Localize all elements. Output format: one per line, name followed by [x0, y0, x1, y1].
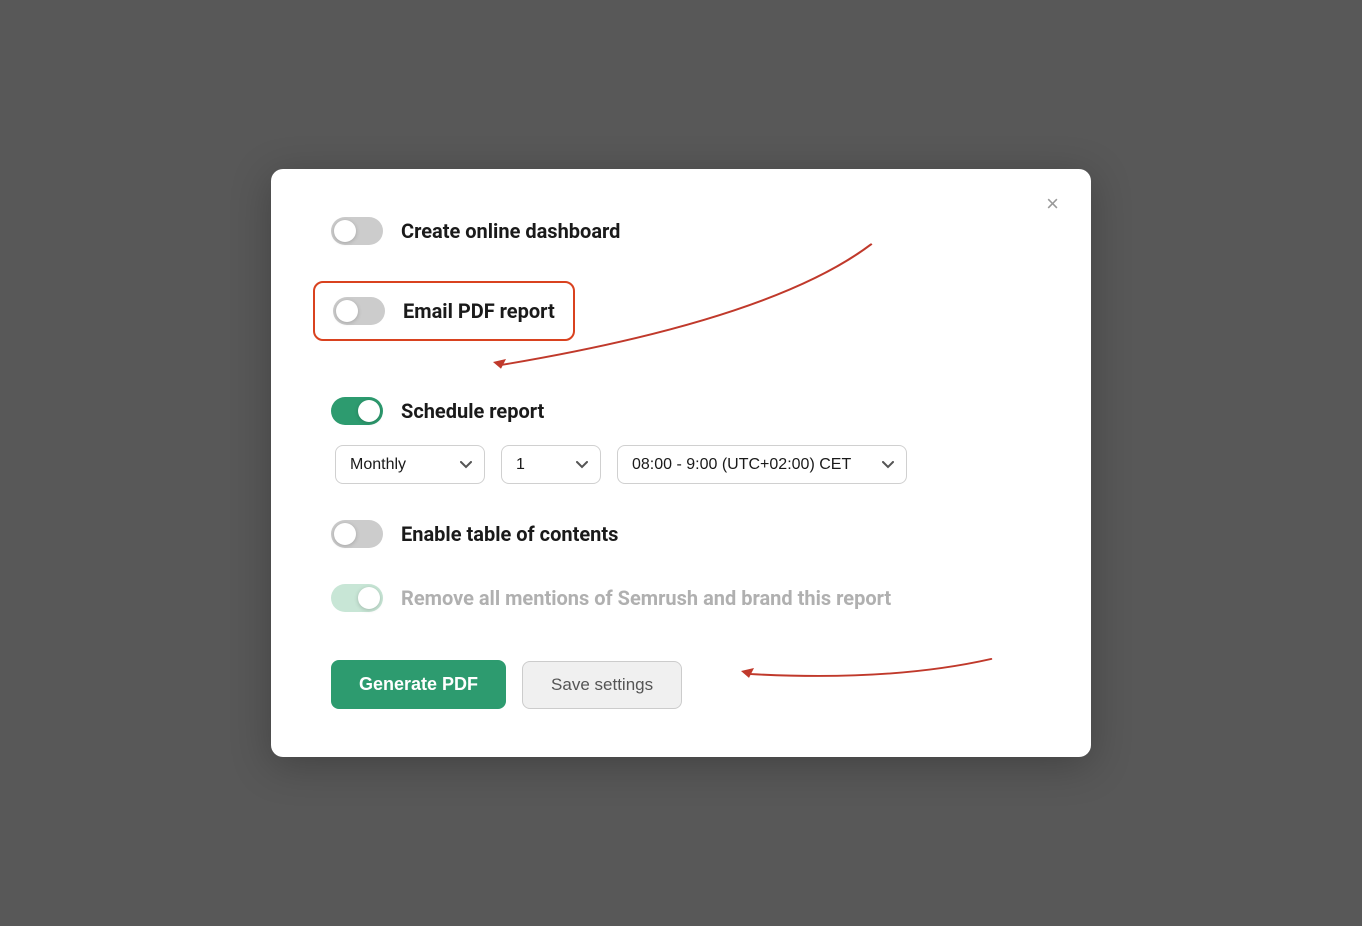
- schedule-report-toggle[interactable]: [331, 397, 383, 425]
- close-button[interactable]: ×: [1038, 189, 1067, 219]
- frequency-dropdown[interactable]: Monthly Daily Weekly: [335, 445, 485, 484]
- create-dashboard-track: [331, 217, 383, 245]
- create-dashboard-row: Create online dashboard: [331, 217, 1031, 245]
- schedule-dropdowns: Monthly Daily Weekly 1 2 3 5 10 15 20 08…: [335, 445, 1031, 484]
- create-dashboard-toggle[interactable]: [331, 217, 383, 245]
- backdrop: × Create online dashboard Email PDF repo…: [0, 0, 1362, 926]
- remove-mentions-toggle: [331, 584, 383, 612]
- modal-container: × Create online dashboard Email PDF repo…: [271, 169, 1091, 757]
- generate-pdf-button[interactable]: Generate PDF: [331, 660, 506, 709]
- create-dashboard-label: Create online dashboard: [401, 219, 620, 243]
- remove-mentions-track: [331, 584, 383, 612]
- email-pdf-toggle[interactable]: [333, 297, 385, 325]
- schedule-report-track: [331, 397, 383, 425]
- schedule-section: Schedule report Monthly Daily Weekly 1 2…: [331, 397, 1031, 484]
- email-pdf-label: Email PDF report: [403, 299, 555, 323]
- time-dropdown[interactable]: 08:00 - 9:00 (UTC+02:00) CET 09:00 - 10:…: [617, 445, 907, 484]
- save-settings-button[interactable]: Save settings: [522, 661, 682, 709]
- table-contents-track: [331, 520, 383, 548]
- table-contents-label: Enable table of contents: [401, 522, 618, 546]
- email-pdf-track: [333, 297, 385, 325]
- table-contents-toggle[interactable]: [331, 520, 383, 548]
- remove-mentions-row: Remove all mentions of Semrush and brand…: [331, 584, 1031, 612]
- email-pdf-row: Email PDF report: [313, 281, 575, 341]
- schedule-row-header: Schedule report: [331, 397, 1031, 425]
- day-dropdown[interactable]: 1 2 3 5 10 15 20: [501, 445, 601, 484]
- buttons-row: Generate PDF Save settings: [331, 660, 1031, 709]
- schedule-report-label: Schedule report: [401, 399, 544, 423]
- table-of-contents-row: Enable table of contents: [331, 520, 1031, 548]
- email-pdf-highlighted-wrapper: Email PDF report: [331, 281, 1031, 369]
- remove-mentions-label: Remove all mentions of Semrush and brand…: [401, 586, 891, 610]
